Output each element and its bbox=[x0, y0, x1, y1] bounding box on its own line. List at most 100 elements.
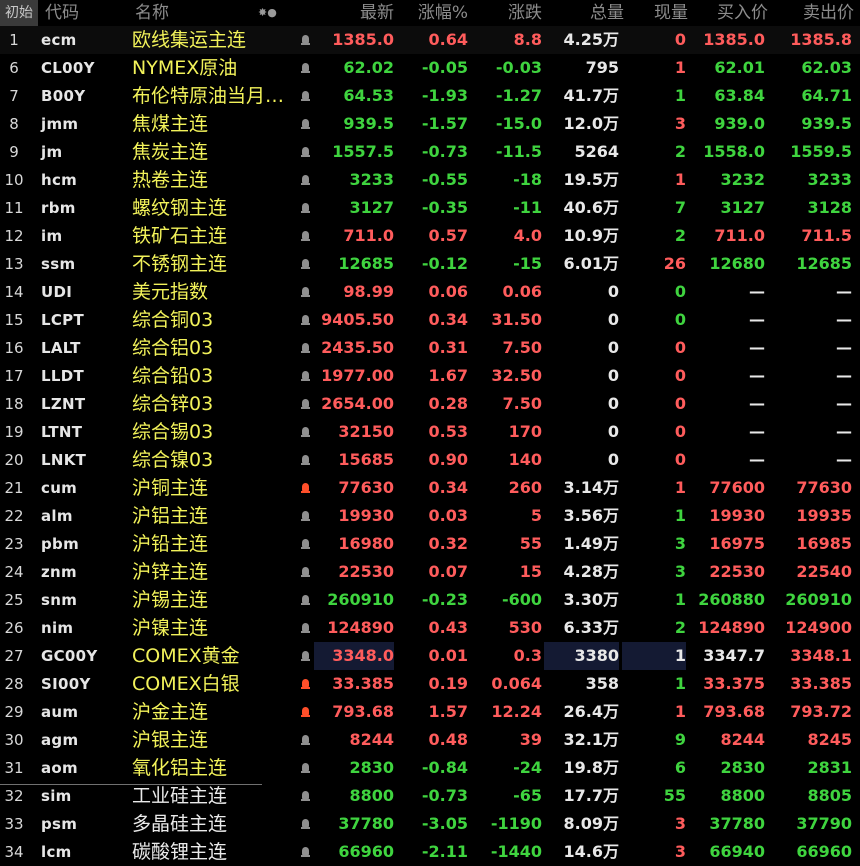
alert-bell-icon[interactable] bbox=[297, 194, 313, 222]
last-price: 711.0 bbox=[343, 226, 394, 245]
change-percent: 0.01 bbox=[428, 646, 468, 665]
table-row[interactable]: 7 B00Y 布伦特原油当月连续 64.53 -1.93 -1.27 41.7万 1 63.84… bbox=[0, 82, 860, 110]
last-price: 124890 bbox=[327, 618, 394, 637]
alert-bell-icon[interactable] bbox=[297, 26, 313, 54]
alert-bell-icon[interactable] bbox=[297, 614, 313, 642]
table-row[interactable]: 8 jmm 焦煤主连 939.5 -1.57 -15.0 12.0万 3 939.0 939.5 bbox=[0, 110, 860, 138]
table-row[interactable]: 29 aum 沪金主连 793.68 1.57 12.24 26.4万 1 793.68 793.… bbox=[0, 698, 860, 726]
table-row[interactable]: 6 CL00Y NYMEX原油 62.02 -0.05 -0.03 795 1 62.01 62.… bbox=[0, 54, 860, 82]
row-index: 22 bbox=[4, 507, 24, 525]
bell-shape bbox=[300, 118, 310, 130]
table-row[interactable]: 25 snm 沪锡主连 260910 -0.23 -600 3.30万 1 260880 2609… bbox=[0, 586, 860, 614]
contract-name: 沪铜主连 bbox=[132, 477, 209, 499]
alert-bell-icon[interactable] bbox=[297, 334, 313, 362]
current-volume: 0 bbox=[674, 366, 686, 385]
ask-price: 939.5 bbox=[801, 114, 852, 133]
table-row[interactable]: 9 jm 焦炭主连 1557.5 -0.73 -11.5 5264 2 1558.0 1559.5 bbox=[0, 138, 860, 166]
table-row[interactable]: 33 psm 多晶硅主连 37780 -3.05 -1190 8.09万 3 37780 3779… bbox=[0, 810, 860, 838]
alert-bell-icon[interactable] bbox=[297, 306, 313, 334]
row-index: 20 bbox=[4, 451, 24, 469]
header-code[interactable]: 代码 bbox=[45, 0, 79, 26]
contract-name: NYMEX原油 bbox=[132, 57, 238, 79]
alert-bell-icon[interactable] bbox=[297, 54, 313, 82]
table-row[interactable]: 34 lcm 碳酸锂主连 66960 -2.11 -1440 14.6万 3 66940 6696… bbox=[0, 838, 860, 866]
table-row[interactable]: 16 LALT 综合铝03 2435.50 0.31 7.50 0 0 — — bbox=[0, 334, 860, 362]
alert-bell-icon[interactable] bbox=[297, 754, 313, 782]
alert-bell-icon[interactable] bbox=[297, 278, 313, 306]
header-vol[interactable]: 总量 bbox=[544, 0, 624, 26]
reset-sort-button[interactable]: 初始 bbox=[0, 0, 38, 26]
alert-bell-icon[interactable] bbox=[297, 446, 313, 474]
table-row[interactable]: 18 LZNT 综合锌03 2654.00 0.28 7.50 0 0 — — bbox=[0, 390, 860, 418]
table-row[interactable]: 1 ecm 欧线集运主连 1385.0 0.64 8.8 4.25万 0 1385.0 1385.… bbox=[0, 26, 860, 54]
total-volume: 40.6万 bbox=[563, 198, 619, 217]
contract-code: B00Y bbox=[41, 87, 86, 105]
alert-bell-icon[interactable] bbox=[297, 222, 313, 250]
ask-price: 66960 bbox=[796, 842, 852, 861]
table-row[interactable]: 11 rbm 螺纹钢主连 3127 -0.35 -11 40.6万 7 3127 3128 bbox=[0, 194, 860, 222]
table-row[interactable]: 10 hcm 热卷主连 3233 -0.55 -18 19.5万 1 3232 3233 bbox=[0, 166, 860, 194]
alert-bell-icon[interactable] bbox=[297, 558, 313, 586]
table-row[interactable]: 31 aom 氧化铝主连 2830 -0.84 -24 19.8万 6 2830 2831 bbox=[0, 754, 860, 782]
contract-name: 焦炭主连 bbox=[132, 141, 209, 163]
table-row[interactable]: 17 LLDT 综合铅03 1977.00 1.67 32.50 0 0 — — bbox=[0, 362, 860, 390]
change-amount: 39 bbox=[519, 730, 542, 749]
alert-bell-icon[interactable] bbox=[297, 362, 313, 390]
table-row[interactable]: 19 LTNT 综合锡03 32150 0.53 170 0 0 — — bbox=[0, 418, 860, 446]
alert-bell-icon[interactable] bbox=[297, 250, 313, 278]
header-last[interactable]: 最新 bbox=[314, 0, 394, 26]
table-row[interactable]: 12 im 铁矿石主连 711.0 0.57 4.0 10.9万 2 711.0 711.5 bbox=[0, 222, 860, 250]
alert-bell-icon[interactable] bbox=[297, 390, 313, 418]
bell-shape bbox=[300, 622, 310, 634]
header-name[interactable]: 名称 bbox=[135, 0, 169, 26]
current-volume: 0 bbox=[674, 422, 686, 441]
bid-price: 3347.7 bbox=[703, 646, 765, 665]
table-row[interactable]: 22 alm 沪铝主连 19930 0.03 5 3.56万 1 19930 19935 bbox=[0, 502, 860, 530]
sort-settings-icon[interactable]: ✸● bbox=[258, 0, 277, 26]
alert-bell-icon[interactable] bbox=[297, 138, 313, 166]
bell-shape bbox=[300, 174, 310, 186]
table-row[interactable]: 32 sim 工业硅主连 8800 -0.73 -65 17.7万 55 8800 8805 bbox=[0, 782, 860, 810]
contract-code: znm bbox=[41, 563, 77, 581]
table-row[interactable]: 30 agm 沪银主连 8244 0.48 39 32.1万 9 8244 8245 bbox=[0, 726, 860, 754]
change-amount: 170 bbox=[508, 422, 542, 441]
header-chg[interactable]: 涨跌 bbox=[470, 0, 542, 26]
table-row[interactable]: 23 pbm 沪铅主连 16980 0.32 55 1.49万 3 16975 16985 bbox=[0, 530, 860, 558]
alert-bell-icon[interactable] bbox=[297, 502, 313, 530]
alert-bell-icon[interactable] bbox=[297, 110, 313, 138]
table-row[interactable]: 27 GC00Y COMEX黄金 3348.0 0.01 0.3 3380 1 3347.7 33… bbox=[0, 642, 860, 670]
header-bid[interactable]: 买入价 bbox=[688, 0, 768, 26]
table-row[interactable]: 26 nim 沪镍主连 124890 0.43 530 6.33万 2 124890 124900 bbox=[0, 614, 860, 642]
alert-bell-icon[interactable] bbox=[297, 782, 313, 810]
alert-bell-icon[interactable] bbox=[297, 670, 313, 698]
table-row[interactable]: 20 LNKT 综合镍03 15685 0.90 140 0 0 — — bbox=[0, 446, 860, 474]
alert-bell-icon[interactable] bbox=[297, 418, 313, 446]
alert-bell-icon[interactable] bbox=[297, 82, 313, 110]
bid-price: 37780 bbox=[709, 814, 765, 833]
header-pct[interactable]: 涨幅% bbox=[396, 0, 468, 26]
table-row[interactable]: 21 cum 沪铜主连 77630 0.34 260 3.14万 1 77600 77630 bbox=[0, 474, 860, 502]
alert-bell-icon[interactable] bbox=[297, 810, 313, 838]
alert-bell-icon[interactable] bbox=[297, 474, 313, 502]
alert-bell-icon[interactable] bbox=[297, 530, 313, 558]
contract-name: 沪金主连 bbox=[132, 701, 209, 723]
header-ask[interactable]: 卖出价 bbox=[768, 0, 854, 26]
bid-price: 939.0 bbox=[714, 114, 765, 133]
table-row[interactable]: 14 UDI 美元指数 98.99 0.06 0.06 0 0 — — bbox=[0, 278, 860, 306]
alert-bell-icon[interactable] bbox=[297, 838, 313, 866]
alert-bell-icon[interactable] bbox=[297, 586, 313, 614]
table-row[interactable]: 15 LCPT 综合铜03 9405.50 0.34 31.50 0 0 — — bbox=[0, 306, 860, 334]
alert-bell-icon[interactable] bbox=[297, 642, 313, 670]
alert-bell-icon[interactable] bbox=[297, 166, 313, 194]
table-row[interactable]: 24 znm 沪锌主连 22530 0.07 15 4.28万 3 22530 22540 bbox=[0, 558, 860, 586]
row-index: 10 bbox=[4, 171, 24, 189]
last-price: 98.99 bbox=[343, 282, 394, 301]
alert-bell-icon[interactable] bbox=[297, 726, 313, 754]
table-row[interactable]: 13 ssm 不锈钢主连 12685 -0.12 -15 6.01万 26 12680 12685 bbox=[0, 250, 860, 278]
table-row[interactable]: 28 SI00Y COMEX白银 33.385 0.19 0.064 358 1 33.375 3… bbox=[0, 670, 860, 698]
ask-price: 16985 bbox=[796, 534, 852, 553]
header-cur[interactable]: 现量 bbox=[622, 0, 688, 26]
current-volume: 1 bbox=[674, 58, 686, 77]
current-volume: 0 bbox=[674, 338, 686, 357]
alert-bell-icon[interactable] bbox=[297, 698, 313, 726]
